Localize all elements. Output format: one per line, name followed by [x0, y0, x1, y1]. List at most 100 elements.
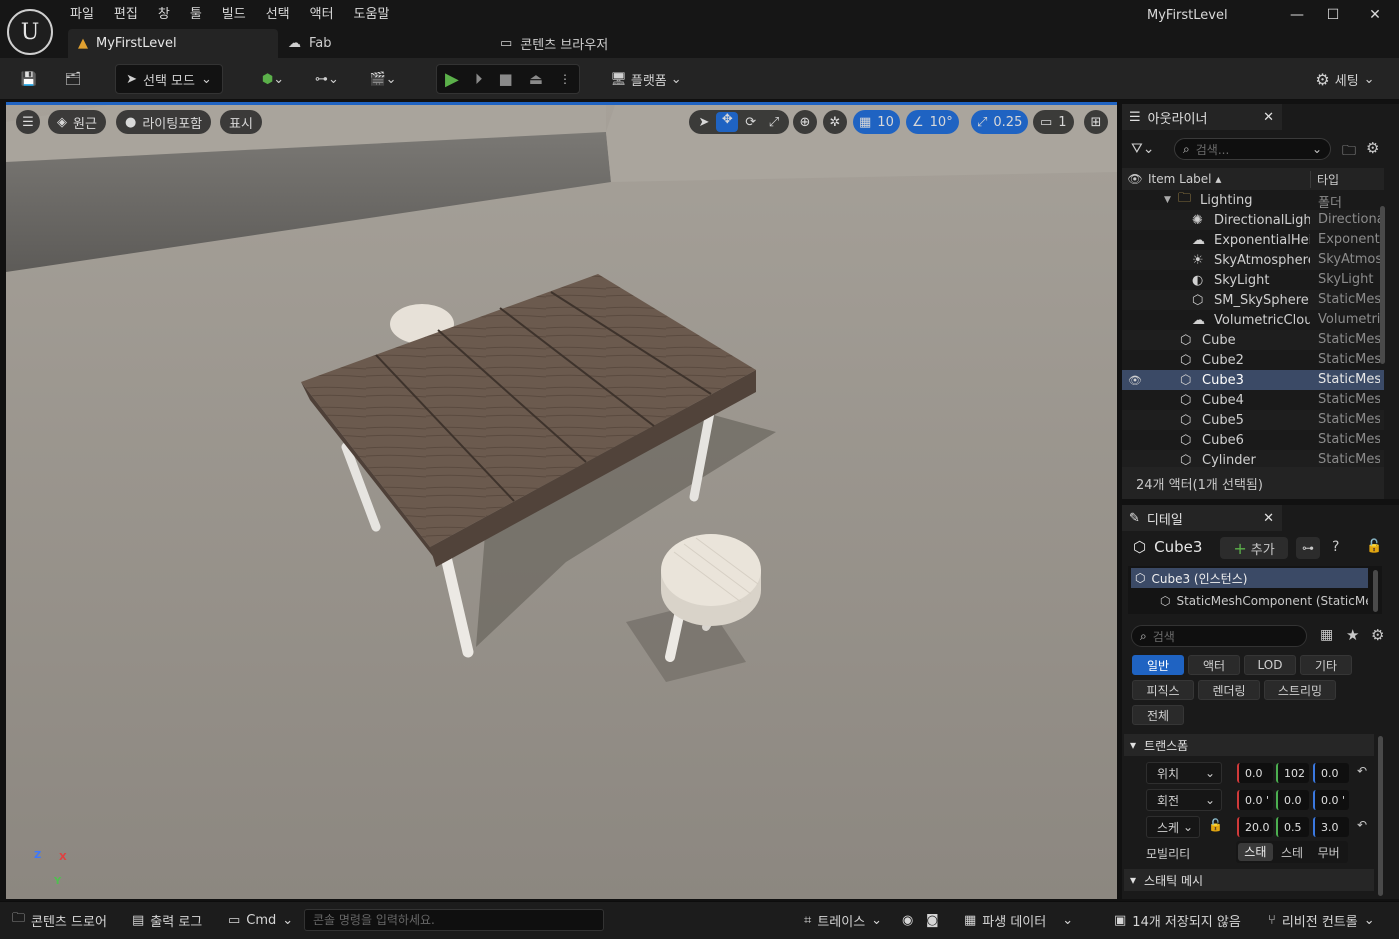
record-icon[interactable]: ◉ [902, 906, 913, 934]
help-icon[interactable]: ? [1332, 539, 1339, 555]
category-all[interactable]: 전체 [1132, 705, 1184, 725]
unreal-logo-icon[interactable]: U [7, 9, 53, 55]
tab-content-browser[interactable]: ▭ 콘텐츠 브라우저 [500, 29, 608, 58]
revision-control-dropdown[interactable]: ⑂ 리비전 컨트롤 ⌄ [1268, 906, 1375, 934]
browse-icon[interactable]: 🗂 [58, 64, 88, 94]
scale-snap-toggle[interactable]: ⤢ 0.25 [971, 110, 1029, 134]
world-local-icon[interactable]: ⊕ [793, 110, 817, 134]
outliner-scrollbar[interactable] [1380, 206, 1385, 364]
select-tool-icon[interactable]: ➤ [693, 115, 715, 130]
rotate-tool-icon[interactable]: ⟳ [740, 115, 762, 130]
unsaved-button[interactable]: ▣ 14개 저장되지 않음 [1114, 906, 1241, 934]
details-tab[interactable]: ✎ 디테일 ✕ [1122, 505, 1282, 531]
play-icon[interactable]: ▶ [445, 69, 459, 90]
scale-dropdown[interactable]: 스케일⌄ [1146, 816, 1200, 838]
menu-help[interactable]: 도움말 [344, 5, 400, 25]
reset-location-icon[interactable]: ↶ [1357, 764, 1367, 778]
scale-tool-icon[interactable]: ⤢ [763, 115, 785, 130]
rotation-x-field[interactable]: 0.0 ' [1237, 790, 1273, 810]
tab-level[interactable]: ▲ MyFirstLevel [68, 29, 278, 58]
location-y-field[interactable]: 102 [1276, 763, 1309, 783]
reset-scale-icon[interactable]: ↶ [1357, 818, 1367, 832]
rotation-dropdown[interactable]: 회전 ⌄ [1146, 789, 1222, 811]
favorite-star-icon[interactable]: ★ [1346, 626, 1359, 644]
component-scrollbar[interactable] [1373, 570, 1378, 612]
details-scrollbar[interactable] [1378, 736, 1383, 896]
cinematics-button[interactable]: 🎬 ⌄ [362, 64, 404, 94]
viewport-menu-icon[interactable]: ☰ [16, 110, 40, 134]
menu-tools[interactable]: 툴 [180, 5, 212, 25]
component-root[interactable]: ⬡ Cube3 (인스턴스) [1131, 568, 1368, 588]
scale-x-field[interactable]: 20.0 [1237, 817, 1273, 837]
location-z-field[interactable]: 0.0 [1313, 763, 1349, 783]
expand-arrow-icon[interactable]: ▼ [1164, 195, 1171, 205]
location-x-field[interactable]: 0.0 [1237, 763, 1273, 783]
component-static-mesh[interactable]: ⬡ StaticMeshComponent (StaticMeshCompone… [1160, 591, 1368, 611]
tab-fab[interactable]: ☁ Fab [288, 29, 332, 58]
blueprint-button[interactable]: ⊶ ⌄ [306, 64, 348, 94]
grid-snap-toggle[interactable]: ▦ 10 [853, 110, 900, 134]
eject-icon[interactable]: ⏏ [529, 70, 543, 88]
camera-speed-dropdown[interactable]: ▭ 1 [1033, 110, 1074, 134]
layout-icon[interactable]: ⊞ [1084, 110, 1108, 134]
static-mesh-section-header[interactable]: ▾ 스태틱 메시 [1124, 869, 1374, 891]
derived-data-dropdown[interactable]: ▦ 파생 데이터 ⌄ [964, 906, 1073, 934]
category-lod[interactable]: LOD [1244, 655, 1296, 675]
trace-dropdown[interactable]: ⌗ 트레이스 ⌄ [804, 906, 882, 934]
add-folder-icon[interactable]: 🗀 [1342, 140, 1356, 164]
rotation-y-field[interactable]: 0.0 [1276, 790, 1309, 810]
minimize-button[interactable]: — [1280, 4, 1314, 26]
scale-z-field[interactable]: 3.0 [1313, 817, 1349, 837]
show-dropdown[interactable]: 표시 [220, 110, 262, 134]
scale-lock-icon[interactable]: 🔓 [1208, 818, 1223, 832]
category-actor[interactable]: 액터 [1188, 655, 1240, 675]
details-settings-icon[interactable]: ⚙ [1371, 626, 1384, 644]
close-icon[interactable]: ✕ [1263, 110, 1274, 125]
mobility-stationary[interactable]: 스테 [1275, 844, 1310, 861]
surface-snap-icon[interactable]: ✲ [823, 110, 847, 134]
table-view-icon[interactable]: ▦ [1320, 627, 1333, 643]
visibility-icon[interactable]: 👁 [1128, 374, 1142, 387]
category-general[interactable]: 일반 [1132, 655, 1184, 675]
level-viewport[interactable]: Z X Y [6, 102, 1117, 899]
outliner-settings-icon[interactable]: ⚙ [1366, 139, 1379, 157]
menu-build[interactable]: 빌드 [212, 5, 256, 25]
mobility-movable[interactable]: 무버 [1311, 844, 1346, 861]
transform-section-header[interactable]: ▾ 트랜스폼 [1124, 734, 1374, 756]
menu-select[interactable]: 선택 [256, 5, 300, 25]
blueprint-icon[interactable]: ⊶ [1296, 537, 1320, 559]
view-mode-dropdown[interactable]: ● 라이팅포함 [116, 110, 212, 134]
rotation-z-field[interactable]: 0.0 ' [1313, 790, 1349, 810]
move-tool-icon[interactable]: ✥ [716, 112, 739, 132]
menu-file[interactable]: 파일 [60, 5, 104, 25]
category-rendering[interactable]: 렌더링 [1198, 680, 1260, 700]
column-type[interactable]: 타입 [1310, 170, 1339, 188]
visibility-icon[interactable]: 👁 [1122, 172, 1148, 186]
close-icon[interactable]: ✕ [1263, 511, 1274, 526]
menu-edit[interactable]: 편집 [104, 5, 148, 25]
content-drawer-button[interactable]: 🗀 콘텐츠 드로어 [12, 906, 107, 934]
filter-icon[interactable]: ⛛⌄ [1131, 141, 1155, 157]
category-misc[interactable]: 기타 [1300, 655, 1352, 675]
maximize-button[interactable]: ☐ [1316, 4, 1350, 26]
save-icon[interactable]: 💾 [14, 64, 44, 94]
menu-window[interactable]: 창 [148, 5, 180, 25]
settings-dropdown[interactable]: ⚙ 세팅 ⌄ [1310, 64, 1380, 94]
perspective-dropdown[interactable]: ◈ 원근 [48, 110, 106, 134]
platforms-dropdown[interactable]: 🖥 플랫폼 ⌄ [606, 64, 686, 94]
column-item-label[interactable]: Item Label ▴ [1148, 172, 1310, 186]
output-log-button[interactable]: ▤ 출력 로그 [132, 906, 202, 934]
cmd-dropdown[interactable]: ▭ Cmd ⌄ [228, 906, 293, 934]
add-component-button[interactable]: + 추가 [1220, 537, 1288, 559]
location-dropdown[interactable]: 위치 ⌄ [1146, 762, 1222, 784]
lock-icon[interactable]: 🔓 [1366, 539, 1382, 554]
console-input[interactable]: 콘솔 명령을 입력하세요. [304, 909, 604, 931]
stop-icon[interactable]: ■ [498, 70, 512, 88]
category-physics[interactable]: 피직스 [1132, 680, 1194, 700]
scale-y-field[interactable]: 0.5 [1276, 817, 1309, 837]
close-window-button[interactable]: ✕ [1358, 4, 1392, 26]
add-actor-button[interactable]: ⬢ ⌄ [252, 64, 294, 94]
step-icon[interactable]: ⏵ [475, 70, 483, 88]
category-streaming[interactable]: 스트리밍 [1264, 680, 1336, 700]
details-search-input[interactable]: ⌕ 검색 [1131, 625, 1307, 647]
